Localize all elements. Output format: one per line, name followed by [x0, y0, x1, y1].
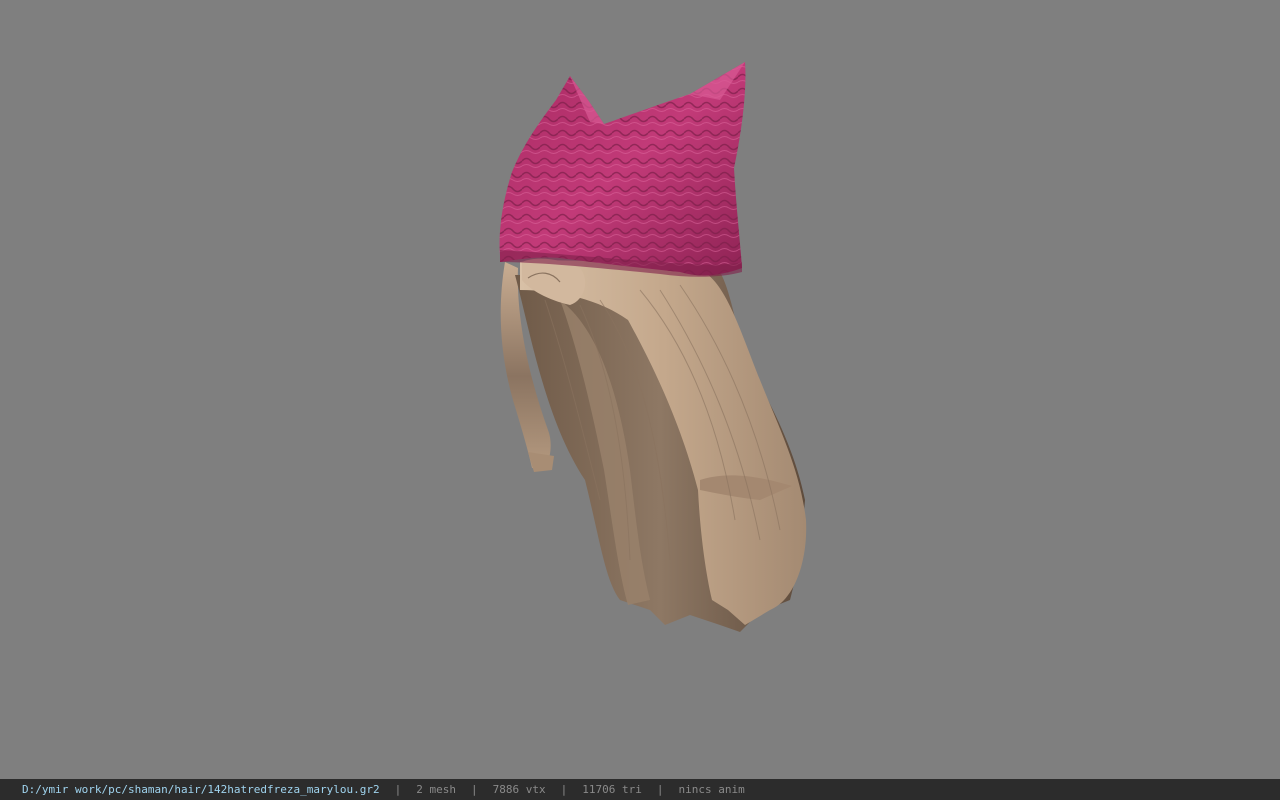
- model-render[interactable]: [0, 0, 1280, 779]
- separator: |: [471, 783, 478, 796]
- separator: |: [656, 783, 664, 796]
- vertex-count: 7886 vtx: [492, 783, 546, 796]
- file-path: D:/ymir work/pc/shaman/hair/142hatredfre…: [22, 783, 380, 796]
- triangle-count: 11706 tri: [582, 783, 642, 796]
- status-bar: D:/ymir work/pc/shaman/hair/142hatredfre…: [0, 779, 1280, 800]
- 3d-viewport[interactable]: [0, 0, 1280, 779]
- mesh-count: 2 mesh: [416, 783, 456, 796]
- separator: |: [394, 783, 402, 796]
- cat-ear-beanie: [499, 62, 746, 277]
- separator: |: [560, 783, 568, 796]
- animation-status: nincs anim: [678, 783, 745, 796]
